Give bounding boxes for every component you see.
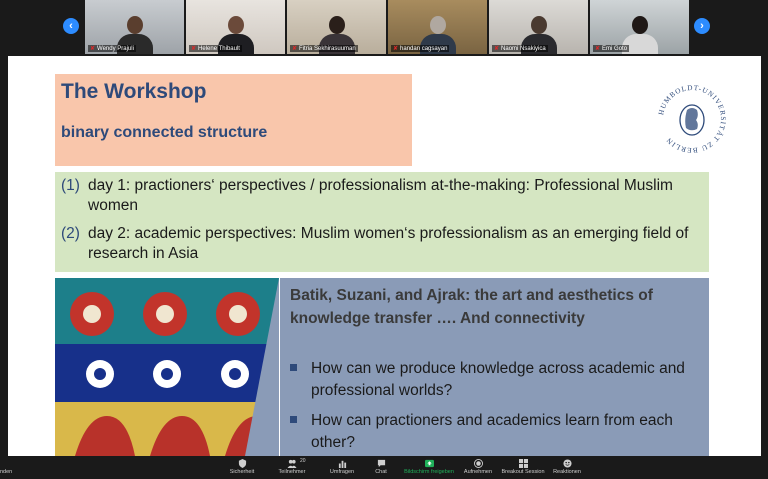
mic-muted-icon: ✘ xyxy=(494,46,500,52)
participant-name-label: ✘ Naomi Nsakiyica xyxy=(492,45,548,52)
shield-icon xyxy=(238,459,246,468)
reactions-button[interactable]: Reaktionen xyxy=(542,459,592,475)
breakout-session-button[interactable]: Breakout Session xyxy=(498,459,548,475)
participant-name-label: ✘ Helene Thibault xyxy=(189,45,242,52)
gallery-next-button[interactable]: › xyxy=(694,18,710,34)
bullet-square-icon xyxy=(290,364,297,371)
mic-muted-icon: ✘ xyxy=(595,46,601,52)
record-button[interactable]: Aufnehmen xyxy=(453,459,503,475)
video-tile[interactable]: ✘ Naomi Nsakiyica xyxy=(489,0,588,54)
reactions-icon xyxy=(562,459,572,468)
polls-icon xyxy=(338,460,346,468)
end-meeting-label[interactable]: nden xyxy=(0,469,12,475)
participants-button[interactable]: 20 Teilnehmer xyxy=(267,458,317,475)
section-heading: Batik, Suzani, and Ajrak: the art and ae… xyxy=(290,287,653,327)
university-seal-icon: HUMBOLDT-UNIVERSITÄT ZU BERLIN xyxy=(657,84,727,154)
title-box: The Workshop binary connected structure xyxy=(55,74,412,166)
chat-icon xyxy=(377,459,385,468)
gallery-prev-button[interactable]: ‹ xyxy=(63,18,79,34)
content-panel: Batik, Suzani, and Ajrak: the art and ae… xyxy=(280,278,709,456)
agenda-list: (1) day 1: practioners‘ perspectives / p… xyxy=(55,172,709,272)
mic-muted-icon: ✘ xyxy=(191,46,197,52)
textile-pattern-image xyxy=(55,278,279,456)
participant-name-label: ✘ Emi Goto xyxy=(593,45,630,52)
participant-name-label: ✘ Wendy Prajuli xyxy=(88,45,136,52)
participants-count-badge: 20 xyxy=(300,458,306,464)
chat-button[interactable]: Chat xyxy=(356,459,406,475)
video-tile[interactable]: ✘ Emi Goto xyxy=(590,0,689,54)
participant-name-label: ✘ handan cagsayan xyxy=(391,45,450,52)
video-tile[interactable]: ✘ Fitria Sekhirasuuman xyxy=(287,0,386,54)
mic-muted-icon: ✘ xyxy=(292,46,298,52)
share-screen-button[interactable]: Bildschirm freigeben xyxy=(404,459,454,475)
security-button[interactable]: Sicherheit xyxy=(217,459,267,475)
chevron-left-icon: ‹ xyxy=(69,20,73,32)
mic-muted-icon: ✘ xyxy=(90,46,96,52)
video-tile[interactable]: ✘ Helene Thibault xyxy=(186,0,285,54)
video-tile[interactable]: ✘ Wendy Prajuli xyxy=(85,0,184,54)
flower-row xyxy=(70,292,260,336)
chevron-right-icon: › xyxy=(700,20,704,32)
video-tile[interactable]: ✘ handan cagsayan xyxy=(388,0,487,54)
participant-name-label: ✘ Fitria Sekhirasuuman xyxy=(290,45,358,52)
slide-subtitle: binary connected structure xyxy=(61,124,268,141)
meeting-toolbar: Sicherheit 20 Teilnehmer Umfragen Chat B… xyxy=(0,456,768,479)
mic-muted-icon: ✘ xyxy=(393,46,399,52)
record-icon xyxy=(473,459,483,468)
bullet-square-icon xyxy=(290,416,297,423)
breakout-icon xyxy=(518,459,528,468)
shared-slide: The Workshop binary connected structure … xyxy=(8,56,761,456)
participants-icon xyxy=(287,459,297,468)
video-gallery: ‹ ✘ Wendy Prajuli ✘ Helene Thibault ✘ Fi… xyxy=(0,0,768,54)
share-screen-icon xyxy=(424,459,434,468)
slide-title: The Workshop xyxy=(61,80,207,103)
